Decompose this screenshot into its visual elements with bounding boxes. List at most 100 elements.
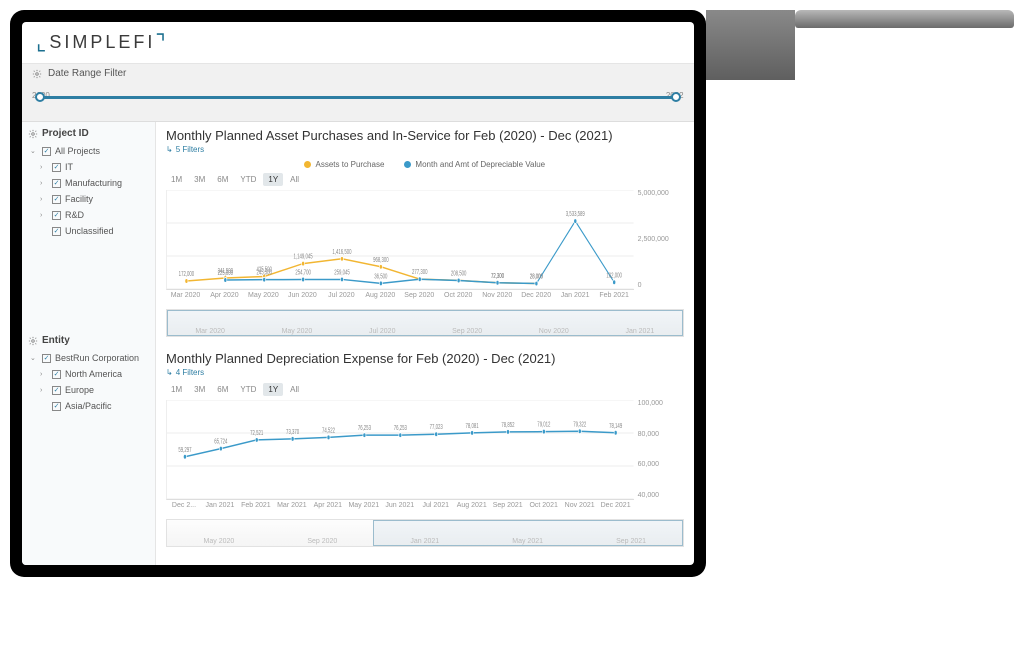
tree-item[interactable]: ›✓North America xyxy=(22,366,155,382)
chart2-title: Monthly Planned Depreciation Expense for… xyxy=(166,351,684,366)
range-button-6m[interactable]: 6M xyxy=(212,173,233,186)
checkbox-icon[interactable]: ✓ xyxy=(52,227,61,236)
tree-item-all-entities[interactable]: ⌄ ✓ BestRun Corporation xyxy=(22,350,155,366)
checkbox-icon[interactable]: ✓ xyxy=(52,370,61,379)
svg-text:77,023: 77,023 xyxy=(430,424,443,431)
range-button-1m[interactable]: 1M xyxy=(166,383,187,396)
range-button-3m[interactable]: 3M xyxy=(189,383,210,396)
svg-text:78,149: 78,149 xyxy=(609,423,622,430)
svg-text:3,533,589: 3,533,589 xyxy=(566,211,585,218)
chevron-right-icon: › xyxy=(40,196,48,203)
checkbox-icon[interactable]: ✓ xyxy=(52,402,61,411)
sidebar-section-project: Project ID xyxy=(22,122,155,143)
svg-text:79,322: 79,322 xyxy=(573,422,586,429)
checkbox-icon[interactable]: ✓ xyxy=(52,163,61,172)
svg-text:172,000: 172,000 xyxy=(179,271,195,278)
svg-text:78,081: 78,081 xyxy=(466,423,479,430)
chart2-filters-link[interactable]: ↳ 4 Filters xyxy=(166,368,684,377)
checkbox-icon[interactable]: ✓ xyxy=(52,179,61,188)
logo-bracket-right: ⌝ xyxy=(155,30,168,56)
tree-item[interactable]: ›✓Manufacturing xyxy=(22,175,155,191)
range-button-ytd[interactable]: YTD xyxy=(235,383,261,396)
screen: ⌞ SIMPLEFI ⌝ Date Range Filter 2020 2022 xyxy=(22,22,694,565)
chart1-filters-link[interactable]: ↳ 5 Filters xyxy=(166,145,684,154)
chart1-yaxis: 5,000,000 2,500,000 0 xyxy=(638,190,682,289)
range-button-6m[interactable]: 6M xyxy=(212,383,233,396)
svg-text:76,253: 76,253 xyxy=(358,425,371,432)
svg-text:968,300: 968,300 xyxy=(373,257,389,264)
brand-text: SIMPLEFI xyxy=(49,32,155,53)
tree-item[interactable]: ✓Unclassified xyxy=(22,223,155,239)
range-button-all[interactable]: All xyxy=(285,173,304,186)
chart1-range-buttons: 1M3M6MYTD1YAll xyxy=(166,173,684,186)
svg-text:72,521: 72,521 xyxy=(250,430,263,437)
range-button-all[interactable]: All xyxy=(285,383,304,396)
tree-item[interactable]: ›✓Facility xyxy=(22,191,155,207)
filter-icon: ↳ xyxy=(166,368,173,377)
app-header: ⌞ SIMPLEFI ⌝ xyxy=(22,22,694,64)
legend-dot-icon xyxy=(404,161,411,168)
chart2-overview[interactable]: May 2020Sep 2020Jan 2021May 2021Sep 2021 xyxy=(166,519,684,547)
chart2-range-buttons: 1M3M6MYTD1YAll xyxy=(166,383,684,396)
range-button-3m[interactable]: 3M xyxy=(189,173,210,186)
range-button-1y[interactable]: 1Y xyxy=(263,173,283,186)
chevron-right-icon: › xyxy=(40,212,48,219)
main-content: Monthly Planned Asset Purchases and In-S… xyxy=(156,122,694,565)
date-filter-label: Date Range Filter xyxy=(48,68,126,79)
svg-text:254,700: 254,700 xyxy=(295,270,311,277)
slider-handle-end[interactable] xyxy=(671,92,681,102)
svg-text:1,416,500: 1,416,500 xyxy=(332,249,351,256)
logo-bracket-left: ⌞ xyxy=(36,30,49,56)
svg-text:36,500: 36,500 xyxy=(374,274,387,281)
chevron-right-icon: › xyxy=(40,387,48,394)
checkbox-icon[interactable]: ✓ xyxy=(52,211,61,220)
svg-text:65,724: 65,724 xyxy=(214,439,228,446)
chevron-down-icon: ⌄ xyxy=(30,354,38,362)
svg-text:1,149,045: 1,149,045 xyxy=(294,254,313,261)
svg-text:79,012: 79,012 xyxy=(537,422,550,429)
tree-item-all-projects[interactable]: ⌄ ✓ All Projects xyxy=(22,143,155,159)
tree-item[interactable]: ✓Asia/Pacific xyxy=(22,398,155,414)
chart2-xaxis: Dec 2...Jan 2021Feb 2021Mar 2021Apr 2021… xyxy=(166,500,634,515)
svg-text:28,000: 28,000 xyxy=(530,274,543,281)
chart1-overview[interactable]: Mar 2020May 2020Jul 2020Sep 2020Nov 2020… xyxy=(166,309,684,337)
slider-handle-start[interactable] xyxy=(35,92,45,102)
chevron-right-icon: › xyxy=(40,180,48,187)
brand-logo: ⌞ SIMPLEFI ⌝ xyxy=(36,30,169,56)
svg-text:72,300: 72,300 xyxy=(491,273,504,280)
monitor-frame: ⌞ SIMPLEFI ⌝ Date Range Filter 2020 2022 xyxy=(10,10,706,577)
sidebar-section-entity: Entity xyxy=(22,329,155,350)
date-range-slider[interactable]: 2020 2022 xyxy=(32,91,684,113)
chevron-down-icon: ⌄ xyxy=(30,147,38,155)
svg-text:74,522: 74,522 xyxy=(322,428,335,435)
svg-text:208,500: 208,500 xyxy=(451,271,467,278)
checkbox-icon[interactable]: ✓ xyxy=(42,354,51,363)
monitor-stand-neck xyxy=(706,10,795,80)
range-button-1y[interactable]: 1Y xyxy=(263,383,283,396)
tree-item[interactable]: ›✓R&D xyxy=(22,207,155,223)
tree-item[interactable]: ›✓Europe xyxy=(22,382,155,398)
chart1-legend: Assets to Purchase Month and Amt of Depr… xyxy=(166,160,684,169)
sidebar: Project ID ⌄ ✓ All Projects ›✓IT›✓Manufa… xyxy=(22,122,156,565)
svg-text:277,300: 277,300 xyxy=(412,269,428,276)
range-button-1m[interactable]: 1M xyxy=(166,173,187,186)
date-range-filter: Date Range Filter 2020 2022 xyxy=(22,64,694,122)
checkbox-icon[interactable]: ✓ xyxy=(52,195,61,204)
svg-text:225,000: 225,000 xyxy=(218,270,234,277)
gear-icon xyxy=(28,129,38,139)
checkbox-icon[interactable]: ✓ xyxy=(52,386,61,395)
svg-text:76,253: 76,253 xyxy=(394,425,407,432)
legend-dot-icon xyxy=(304,161,311,168)
chart1-xaxis: Mar 2020Apr 2020May 2020Jun 2020Jul 2020… xyxy=(166,290,634,305)
gear-icon xyxy=(32,69,42,79)
checkbox-icon[interactable]: ✓ xyxy=(42,147,51,156)
tree-item[interactable]: ›✓IT xyxy=(22,159,155,175)
chart1-plot[interactable]: 172,000341,500425,5001,149,0451,416,5009… xyxy=(166,190,634,290)
chart1-title: Monthly Planned Asset Purchases and In-S… xyxy=(166,128,684,143)
chart2-yaxis: 100,000 80,000 60,000 40,000 xyxy=(638,400,682,499)
chevron-right-icon: › xyxy=(40,164,48,171)
range-button-ytd[interactable]: YTD xyxy=(235,173,261,186)
gear-icon xyxy=(28,336,38,346)
chart2-plot[interactable]: 59,29765,72472,52173,37074,52276,25376,2… xyxy=(166,400,634,500)
svg-text:102,000: 102,000 xyxy=(606,272,622,279)
